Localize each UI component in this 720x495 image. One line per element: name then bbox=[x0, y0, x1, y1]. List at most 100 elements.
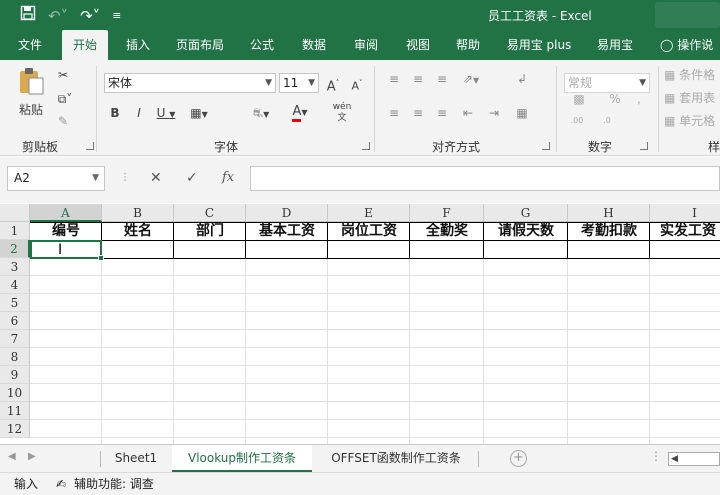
cancel-icon[interactable]: ✕ bbox=[150, 170, 162, 186]
insert-function-icon[interactable]: fx bbox=[222, 170, 234, 185]
currency-icon[interactable]: ▩ bbox=[566, 90, 592, 108]
tab-insert[interactable]: 插入 bbox=[116, 30, 160, 60]
row-header-11[interactable]: 11 bbox=[0, 402, 30, 420]
horizontal-scrollbar[interactable]: ◀ bbox=[668, 452, 720, 466]
scroll-left-icon[interactable]: ◀ bbox=[671, 453, 678, 465]
column-header-d[interactable]: D bbox=[246, 204, 328, 222]
cell-g1[interactable]: 请假天数 bbox=[484, 222, 568, 240]
borders-icon[interactable]: ▦▼ bbox=[186, 104, 212, 124]
font-size-select[interactable]: 11 ▼ bbox=[279, 73, 319, 93]
decrease-font-icon[interactable]: A˅ bbox=[349, 74, 365, 96]
tab-formulas[interactable]: 公式 bbox=[240, 30, 284, 60]
wrap-text-icon[interactable]: ↲ bbox=[512, 70, 532, 88]
accessibility-icon[interactable]: ✍ bbox=[56, 473, 66, 495]
align-middle-icon[interactable]: ≡ bbox=[408, 70, 428, 88]
align-top-icon[interactable]: ≡ bbox=[384, 70, 404, 88]
tab-tell-me[interactable]: ◯ 操作说 bbox=[660, 30, 720, 60]
undo-icon[interactable]: ↶˅ bbox=[48, 6, 68, 26]
column-header-i[interactable]: I bbox=[650, 204, 720, 222]
column-header-c[interactable]: C bbox=[174, 204, 246, 222]
sheet-tab-sheet1[interactable]: Sheet1 bbox=[102, 445, 170, 472]
cell-e1[interactable]: 岗位工资 bbox=[328, 222, 410, 240]
fill-color-icon[interactable]: ⛐▼ bbox=[246, 104, 276, 124]
select-all-corner[interactable] bbox=[0, 204, 30, 222]
tab-yiyongbao[interactable]: 易用宝 bbox=[590, 30, 640, 60]
sheet-tab-vlookup[interactable]: Vlookup制作工资条 bbox=[172, 445, 312, 472]
cell-d1[interactable]: 基本工资 bbox=[246, 222, 328, 240]
tab-view[interactable]: 视图 bbox=[396, 30, 440, 60]
decrease-decimal-icon[interactable]: .0 bbox=[596, 112, 618, 130]
font-launcher-icon[interactable] bbox=[362, 142, 370, 150]
fill-handle[interactable] bbox=[98, 255, 104, 261]
formula-input[interactable] bbox=[250, 166, 720, 191]
align-right-icon[interactable]: ≡ bbox=[432, 104, 452, 122]
paste-button[interactable]: 粘贴 bbox=[14, 66, 48, 119]
cell-a1[interactable]: 编号 bbox=[30, 222, 102, 240]
worksheet-grid[interactable]: A B C D E F G H I 1 2 3 4 5 6 7 8 9 10 1… bbox=[0, 204, 720, 444]
column-header-h[interactable]: H bbox=[568, 204, 650, 222]
comma-icon[interactable]: , bbox=[630, 90, 648, 108]
sheet-tab-offset[interactable]: OFFSET函数制作工资条 bbox=[314, 445, 478, 472]
font-name-select[interactable]: 宋体 ▼ bbox=[104, 73, 276, 93]
increase-font-icon[interactable]: A˄ bbox=[325, 74, 341, 96]
row-header-4[interactable]: 4 bbox=[0, 276, 30, 294]
number-launcher-icon[interactable] bbox=[640, 142, 648, 150]
row-header-9[interactable]: 9 bbox=[0, 366, 30, 384]
orientation-icon[interactable]: ⇗▼ bbox=[458, 70, 484, 90]
copy-icon[interactable]: ⧉˅ bbox=[52, 90, 78, 108]
indent-decrease-icon[interactable]: ⇤ bbox=[458, 104, 478, 122]
indent-increase-icon[interactable]: ⇥ bbox=[484, 104, 504, 122]
bold-icon[interactable]: B bbox=[108, 104, 122, 122]
redo-icon[interactable]: ↷˅ bbox=[80, 6, 100, 26]
tab-yiyongbao-plus[interactable]: 易用宝 plus bbox=[498, 30, 580, 60]
row-header-3[interactable]: 3 bbox=[0, 258, 30, 276]
row-header-10[interactable]: 10 bbox=[0, 384, 30, 402]
row-header-12[interactable]: 12 bbox=[0, 420, 30, 438]
align-center-icon[interactable]: ≡ bbox=[408, 104, 428, 122]
clipboard-launcher-icon[interactable] bbox=[86, 142, 94, 150]
row-header-8[interactable]: 8 bbox=[0, 348, 30, 366]
add-sheet-icon[interactable]: + bbox=[510, 450, 527, 467]
format-painter-icon[interactable]: ✎ bbox=[54, 112, 72, 130]
tab-bar-splitter-icon[interactable]: ⋮ bbox=[650, 449, 662, 463]
sheet-prev-icon[interactable]: ◀ bbox=[8, 451, 16, 462]
underline-icon[interactable]: U ▼ bbox=[154, 104, 178, 124]
row-header-6[interactable]: 6 bbox=[0, 312, 30, 330]
cell-styles-button[interactable]: ▦ 单元格 bbox=[664, 112, 720, 130]
cell-i1[interactable]: 实发工资 bbox=[650, 222, 720, 240]
column-header-f[interactable]: F bbox=[410, 204, 484, 222]
cell-c1[interactable]: 部门 bbox=[174, 222, 246, 240]
name-box[interactable]: A2 ▼ bbox=[7, 166, 105, 191]
tab-file[interactable]: 文件 bbox=[8, 30, 52, 60]
alignment-launcher-icon[interactable] bbox=[542, 142, 550, 150]
tab-help[interactable]: 帮助 bbox=[448, 30, 488, 60]
customize-qat-icon[interactable]: ≡ bbox=[112, 6, 121, 26]
font-color-icon[interactable]: A▼ bbox=[284, 102, 316, 122]
tab-data[interactable]: 数据 bbox=[292, 30, 336, 60]
row-header-2[interactable]: 2 bbox=[0, 240, 30, 258]
format-as-table-button[interactable]: ▦ 套用表 bbox=[664, 89, 720, 107]
accessibility-status[interactable]: 辅助功能: 调查 bbox=[74, 473, 154, 495]
row-header-7[interactable]: 7 bbox=[0, 330, 30, 348]
percent-icon[interactable]: % bbox=[606, 90, 624, 108]
phonetic-guide-icon[interactable]: wén 文 bbox=[330, 102, 354, 124]
column-header-a[interactable]: A bbox=[30, 204, 102, 222]
sheet-next-icon[interactable]: ▶ bbox=[28, 451, 36, 462]
cut-icon[interactable]: ✂ bbox=[54, 66, 72, 84]
column-header-b[interactable]: B bbox=[102, 204, 174, 222]
cell-b1[interactable]: 姓名 bbox=[102, 222, 174, 240]
increase-decimal-icon[interactable]: .00 bbox=[566, 112, 588, 130]
column-header-g[interactable]: G bbox=[484, 204, 568, 222]
cell-f1[interactable]: 全勤奖 bbox=[410, 222, 484, 240]
italic-icon[interactable]: I bbox=[132, 104, 146, 122]
row-header-1[interactable]: 1 bbox=[0, 222, 30, 240]
tab-page-layout[interactable]: 页面布局 bbox=[168, 30, 232, 60]
align-left-icon[interactable]: ≡ bbox=[384, 104, 404, 122]
save-icon[interactable] bbox=[20, 5, 36, 26]
align-bottom-icon[interactable]: ≡ bbox=[432, 70, 452, 88]
active-cell-a2[interactable] bbox=[30, 240, 104, 261]
row-header-5[interactable]: 5 bbox=[0, 294, 30, 312]
tab-review[interactable]: 审阅 bbox=[344, 30, 388, 60]
cell-h1[interactable]: 考勤扣款 bbox=[568, 222, 650, 240]
enter-icon[interactable]: ✓ bbox=[186, 170, 198, 186]
